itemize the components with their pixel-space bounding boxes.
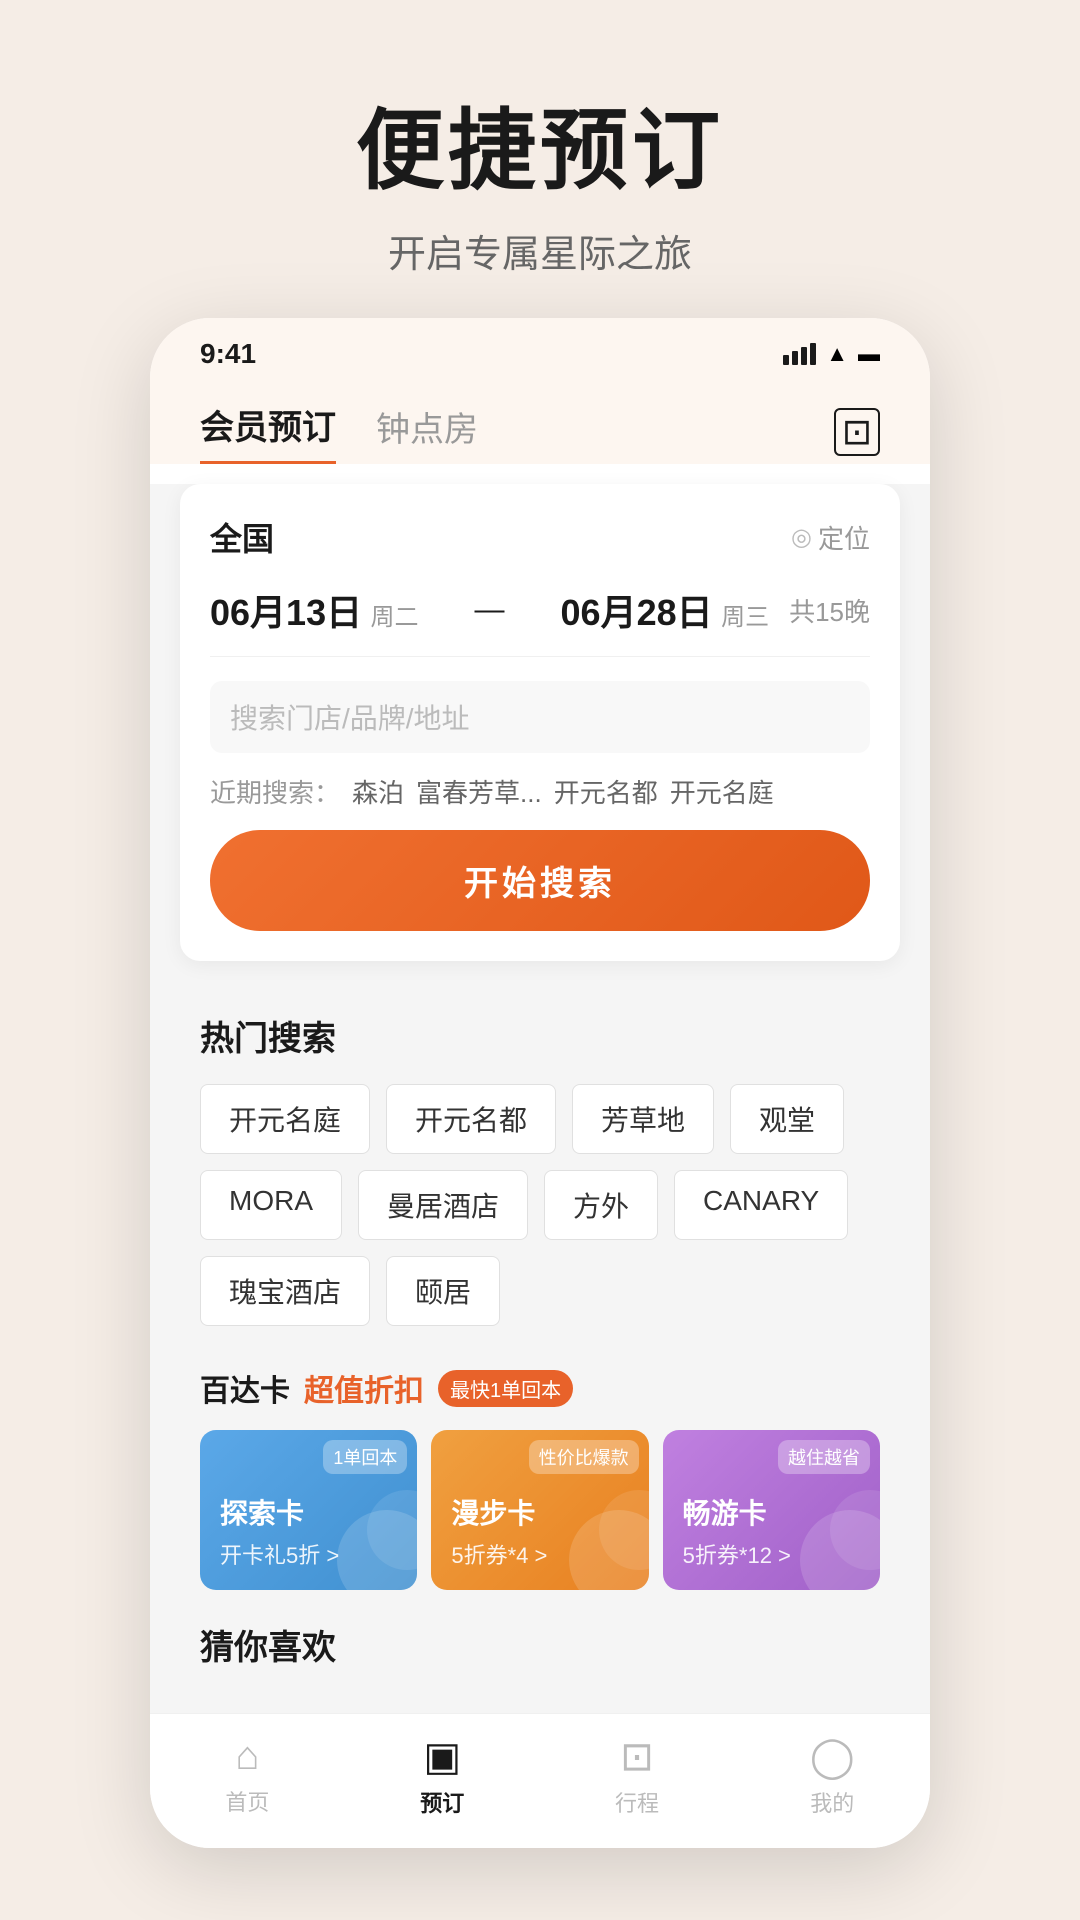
promo-card-travel[interactable]: 越住越省 畅游卡 5折券*12 >: [663, 1430, 880, 1590]
date-from-text: 06月13日: [210, 592, 362, 633]
tab-member-booking[interactable]: 会员预订: [200, 400, 336, 464]
tag-10[interactable]: 颐居: [386, 1256, 500, 1326]
tag-2[interactable]: 开元名都: [386, 1084, 556, 1154]
page-title: 便捷预订: [356, 80, 724, 207]
nav-item-booking[interactable]: ▣ 预订: [420, 1734, 464, 1818]
date-to: 06月28日 周三: [561, 584, 770, 636]
nav-item-mine[interactable]: ◯ 我的: [810, 1734, 855, 1818]
tag-5[interactable]: MORA: [200, 1170, 342, 1240]
hot-search-section: 热门搜索 开元名庭 开元名都 芳草地 观堂 MORA 曼居酒店 方外 CANAR…: [150, 981, 930, 1326]
tag-3[interactable]: 芳草地: [572, 1084, 714, 1154]
nav-item-itinerary[interactable]: ⊡ 行程: [615, 1734, 659, 1818]
tag-4[interactable]: 观堂: [730, 1084, 844, 1154]
booking-label: 预订: [420, 1786, 464, 1818]
locate-icon: ◎: [791, 523, 812, 552]
recent-label: 近期搜索：: [210, 773, 340, 810]
mine-icon: ◯: [810, 1734, 855, 1780]
tab-left: 会员预订 钟点房: [200, 400, 478, 464]
search-placeholder-text: 搜索门店/品牌/地址: [230, 697, 470, 737]
phone-content: 全国 ◎ 定位 06月13日 周二 — 06月28日 周三: [150, 484, 930, 1713]
location-text: 全国: [210, 514, 274, 560]
status-icons: ▲ ▬: [783, 341, 880, 367]
date-to-main: 06月28日 周三: [561, 584, 770, 636]
status-time: 9:41: [200, 338, 256, 370]
signal-icon: [783, 343, 816, 365]
recent-tag-2[interactable]: 富春芳草...: [416, 773, 542, 810]
promo-header: 百达卡 超值折扣 最快1单回本: [200, 1366, 880, 1410]
tag-6[interactable]: 曼居酒店: [358, 1170, 528, 1240]
nights-text: 共15晚: [789, 592, 870, 629]
locate-btn[interactable]: ◎ 定位: [791, 519, 870, 556]
promo-section: 百达卡 超值折扣 最快1单回本 1单回本 探索卡 开卡礼5折 > 性价比爆款 漫…: [150, 1356, 930, 1600]
page-subtitle: 开启专属星际之旅: [356, 223, 724, 278]
travel-card-badge: 越住越省: [778, 1440, 870, 1474]
search-card: 全国 ◎ 定位 06月13日 周二 — 06月28日 周三: [180, 484, 900, 961]
promo-title-main: 百达卡: [200, 1366, 290, 1410]
page-header: 便捷预订 开启专属星际之旅: [356, 0, 724, 318]
date-to-text: 06月28日: [561, 592, 713, 633]
bottom-nav: ⌂ 首页 ▣ 预订 ⊡ 行程 ◯ 我的: [150, 1713, 930, 1848]
mine-label: 我的: [810, 1786, 854, 1818]
recent-search-row: 近期搜索： 森泊 富春芳草... 开元名都 开元名庭: [210, 773, 870, 810]
hot-tags-grid: 开元名庭 开元名都 芳草地 观堂 MORA 曼居酒店 方外 CANARY 瑰宝酒…: [200, 1084, 880, 1326]
date-row[interactable]: 06月13日 周二 — 06月28日 周三 共15晚: [210, 584, 870, 657]
hot-search-title: 热门搜索: [200, 1011, 880, 1060]
home-label: 首页: [225, 1785, 269, 1817]
promo-cards: 1单回本 探索卡 开卡礼5折 > 性价比爆款 漫步卡 5折券*4 > 越住越省 …: [200, 1430, 880, 1590]
promo-title-highlight: 超值折扣: [304, 1366, 424, 1410]
promo-badge: 最快1单回本: [438, 1370, 573, 1407]
home-icon: ⌂: [235, 1734, 259, 1779]
search-button[interactable]: 开始搜索: [210, 830, 870, 931]
scan-button[interactable]: ⊡: [834, 408, 880, 456]
date-from: 06月13日 周二: [210, 584, 419, 636]
nav-tabs: 会员预订 钟点房 ⊡: [150, 380, 930, 464]
explore-card-badge: 1单回本: [323, 1440, 407, 1474]
guess-section: 猜你喜欢: [150, 1600, 930, 1713]
tag-9[interactable]: 瑰宝酒店: [200, 1256, 370, 1326]
stroll-card-badge: 性价比爆款: [529, 1440, 639, 1474]
promo-card-stroll[interactable]: 性价比爆款 漫步卡 5折券*4 >: [431, 1430, 648, 1590]
day-from-text: 周二: [371, 604, 419, 631]
status-bar: 9:41 ▲ ▬: [150, 318, 930, 380]
nav-item-home[interactable]: ⌂ 首页: [225, 1734, 269, 1818]
tab-hourly-room[interactable]: 钟点房: [376, 402, 478, 463]
location-row: 全国 ◎ 定位: [210, 514, 870, 560]
battery-icon: ▬: [858, 341, 880, 367]
recent-tag-4[interactable]: 开元名庭: [670, 773, 774, 810]
day-to-text: 周三: [721, 604, 769, 631]
tag-7[interactable]: 方外: [544, 1170, 658, 1240]
phone-mockup: 9:41 ▲ ▬ 会员预订 钟点房 ⊡ 全国 ◎ 定位: [150, 318, 930, 1848]
promo-card-explore[interactable]: 1单回本 探索卡 开卡礼5折 >: [200, 1430, 417, 1590]
itinerary-icon: ⊡: [620, 1734, 654, 1780]
guess-title: 猜你喜欢: [200, 1620, 880, 1669]
date-arrow: —: [439, 593, 541, 627]
recent-tag-1[interactable]: 森泊: [352, 773, 404, 810]
search-input-row[interactable]: 搜索门店/品牌/地址: [210, 681, 870, 753]
itinerary-label: 行程: [615, 1786, 659, 1818]
recent-tag-3[interactable]: 开元名都: [554, 773, 658, 810]
wifi-icon: ▲: [826, 341, 848, 367]
booking-icon: ▣: [423, 1734, 461, 1780]
tag-8[interactable]: CANARY: [674, 1170, 848, 1240]
tag-1[interactable]: 开元名庭: [200, 1084, 370, 1154]
locate-label: 定位: [818, 519, 870, 556]
date-from-main: 06月13日 周二: [210, 584, 419, 636]
